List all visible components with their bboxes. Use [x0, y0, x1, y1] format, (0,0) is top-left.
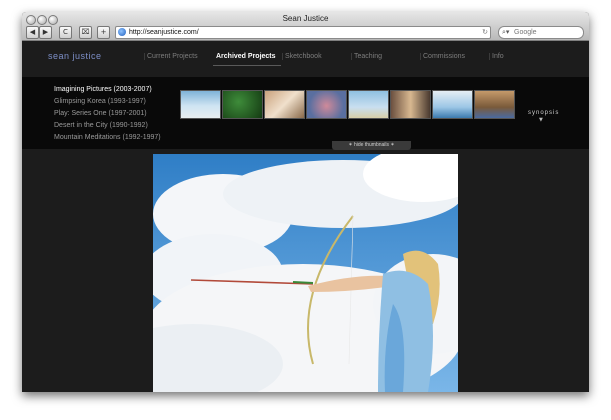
url-text[interactable]: http://seanjustice.com/ — [129, 27, 199, 38]
thumbnail[interactable] — [306, 90, 347, 119]
main-photo[interactable] — [153, 154, 458, 392]
nav-sketchbook[interactable]: Sketchbook — [282, 53, 322, 60]
project-glimpsing-korea[interactable]: Glimpsing Korea (1993-1997) — [54, 98, 146, 105]
nav-info[interactable]: Info — [489, 53, 504, 60]
thumbnail[interactable] — [474, 90, 515, 119]
reload-button[interactable]: C — [59, 26, 72, 39]
project-imagining-pictures[interactable]: Imagining Pictures (2003-2007) — [54, 86, 152, 93]
thumbnail[interactable] — [180, 90, 221, 119]
thumbnail[interactable] — [222, 90, 263, 119]
thumbnail[interactable] — [264, 90, 305, 119]
archer-photo-image — [153, 154, 458, 392]
nav-teaching[interactable]: Teaching — [351, 53, 382, 60]
magnifier-icon: ⌕▾ — [502, 28, 510, 36]
nav-commissions[interactable]: Commissions — [420, 53, 465, 60]
title-bar: Sean Justice ◀ ▶ C ⌧ + http://seanjustic… — [22, 12, 589, 41]
active-nav-underline — [213, 65, 281, 66]
thumbnail[interactable] — [432, 90, 473, 119]
address-bar[interactable]: http://seanjustice.com/ ↻ — [115, 26, 491, 39]
back-button[interactable]: ◀ — [26, 26, 39, 39]
thumbnail-panel: Imagining Pictures (2003-2007) Glimpsing… — [22, 77, 589, 149]
hide-thumbnails-tab[interactable]: ✶ hide thumbnails ✶ — [332, 141, 411, 150]
project-mountain-meditations[interactable]: Mountain Meditations (1992-1997) — [54, 134, 161, 141]
nav-archived-projects[interactable]: Archived Projects — [213, 53, 276, 60]
add-bookmark-button[interactable]: + — [97, 26, 110, 39]
forward-button[interactable]: ▶ — [39, 26, 52, 39]
search-placeholder: Google — [514, 29, 537, 36]
window-title: Sean Justice — [282, 14, 329, 23]
search-field[interactable]: ⌕▾ Google — [498, 26, 584, 39]
triangle-down-icon[interactable]: ▼ — [539, 117, 543, 123]
project-desert-in-the-city[interactable]: Desert in the City (1990-1992) — [54, 122, 148, 129]
project-play-series-one[interactable]: Play: Series One (1997-2001) — [54, 110, 147, 117]
nav-current-projects[interactable]: Current Projects — [144, 53, 198, 60]
site-logo[interactable]: sean justice — [48, 51, 102, 61]
thumbnail[interactable] — [348, 90, 389, 119]
globe-icon — [118, 28, 126, 36]
synopsis-link[interactable]: synopsis — [528, 110, 559, 116]
bookmark-button[interactable]: ⌧ — [79, 26, 92, 39]
browser-window: Sean Justice ◀ ▶ C ⌧ + http://seanjustic… — [22, 12, 589, 392]
site-content: sean justice Current Projects Archived P… — [22, 41, 589, 392]
refresh-icon[interactable]: ↻ — [482, 27, 488, 38]
thumbnail[interactable] — [390, 90, 431, 119]
